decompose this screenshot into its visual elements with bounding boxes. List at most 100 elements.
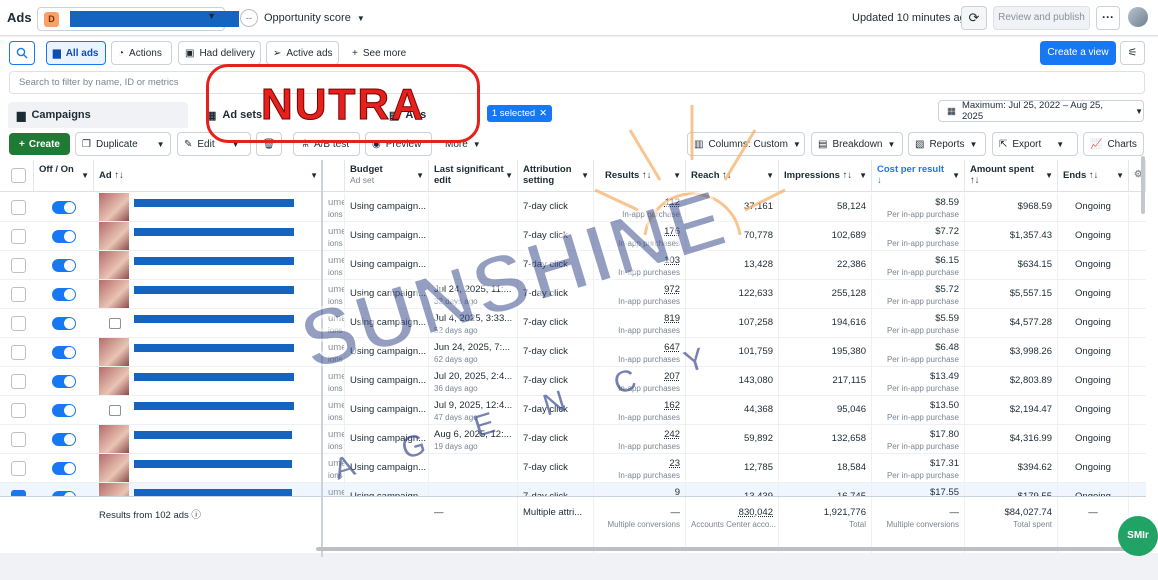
view-actions[interactable]: ◔ Actions: [111, 41, 172, 65]
header-reach[interactable]: Reach ↑↓ ▼: [686, 160, 779, 192]
selected-chip[interactable]: 1 selected ✕: [487, 105, 552, 122]
create-view-button[interactable]: Create a view: [1040, 41, 1116, 65]
ad-name-redacted[interactable]: [134, 460, 292, 468]
header-impressions[interactable]: Impressions ↑↓ ▼: [779, 160, 872, 192]
view-had-delivery[interactable]: ▣ Had delivery: [178, 41, 261, 65]
delivery-toggle[interactable]: [52, 375, 76, 388]
ad-name-redacted[interactable]: [134, 199, 294, 207]
header-attribution[interactable]: Attribution setting ▼: [518, 160, 594, 192]
row-checkbox[interactable]: [11, 200, 26, 215]
table-row[interactable]: ume ions Using campaign... Jul 9, 2025, 12:…: [0, 396, 1146, 425]
table-row[interactable]: ume ions Using campaign... 7-day click 23 In-…: [0, 454, 1146, 483]
view-all-ads[interactable]: ▆ All ads: [46, 41, 106, 65]
date-range-picker[interactable]: ▦ Maximum: Jul 25, 2022 – Aug 25, 2025 ▼: [938, 100, 1144, 122]
export-button[interactable]: ⇱ Export ▼: [992, 132, 1078, 156]
reports-button[interactable]: ▧ Reports ▼: [908, 132, 986, 156]
ad-name-redacted[interactable]: [134, 402, 294, 410]
results-value[interactable]: 207: [664, 371, 680, 382]
horizontal-scrollbar[interactable]: [316, 547, 1134, 551]
avatar[interactable]: [1128, 7, 1148, 27]
results-value[interactable]: 112: [665, 197, 680, 208]
row-checkbox[interactable]: [11, 345, 26, 360]
results-value[interactable]: 103: [664, 255, 680, 266]
delivery-toggle[interactable]: [52, 462, 76, 475]
refresh-button[interactable]: ⟳: [961, 6, 987, 30]
table-row[interactable]: ume ions Using campaign... Jul 24, 2025, 11…: [0, 280, 1146, 309]
results-value[interactable]: 162: [664, 400, 680, 411]
delivery-toggle[interactable]: [52, 230, 76, 243]
row-checkbox[interactable]: [11, 403, 26, 418]
header-ends[interactable]: Ends ↑↓ ▼: [1058, 160, 1129, 192]
table-row[interactable]: ume ions Using campaign... 7-day click 112 In…: [0, 193, 1146, 222]
ends-cell: Ongoing: [1058, 396, 1129, 425]
ad-name-redacted[interactable]: [134, 315, 294, 323]
columns-icon: ▥: [694, 138, 704, 150]
footer-impressions-sub: Total: [849, 520, 866, 529]
header-budget[interactable]: Budget Ad set ▼: [345, 160, 429, 192]
header-amount[interactable]: Amount spent ↑↓ ▼: [965, 160, 1058, 192]
results-value[interactable]: 819: [664, 313, 680, 324]
results-value[interactable]: 647: [664, 342, 680, 353]
see-more-button[interactable]: + See more: [345, 41, 415, 65]
table-row[interactable]: ume ions Using campaign... Jul 4, 2025, 3:3…: [0, 309, 1146, 338]
filter-input[interactable]: Search to filter by name, ID or metrics: [9, 71, 1145, 94]
ad-name-redacted[interactable]: [134, 431, 292, 439]
delivery-toggle[interactable]: [52, 346, 76, 359]
duplicate-button[interactable]: ❐ Duplicate ▼: [75, 132, 171, 156]
columns-button[interactable]: ▥ Columns: Custom ▼: [687, 132, 805, 156]
delivery-toggle[interactable]: [52, 288, 76, 301]
table-row[interactable]: ume ions Using campaign... Jul 20, 2025, 2:…: [0, 367, 1146, 396]
info-icon[interactable]: ⓘ: [191, 510, 201, 521]
delivery-toggle[interactable]: [52, 404, 76, 417]
opportunity-score[interactable]: -- Opportunity score ▼: [240, 9, 365, 27]
ad-name-redacted[interactable]: [134, 286, 294, 294]
header-cost[interactable]: Cost per result ↓ ▼: [872, 160, 965, 192]
row-checkbox[interactable]: [11, 432, 26, 447]
close-icon[interactable]: ✕: [539, 108, 547, 119]
last-edit-cell: Jul 9, 2025, 12:4... 47 days ago: [429, 396, 518, 425]
search-button[interactable]: [9, 41, 35, 65]
chevron-down-icon[interactable]: ▼: [1056, 140, 1064, 149]
results-value[interactable]: 176: [664, 226, 680, 237]
breakdown-button[interactable]: ▤ Breakdown ▼: [811, 132, 903, 156]
row-checkbox[interactable]: [11, 258, 26, 273]
table-row[interactable]: ume ions Using campaign... 7-day click 176 In…: [0, 222, 1146, 251]
ad-name-redacted[interactable]: [134, 373, 294, 381]
view-active-ads[interactable]: ➢ Active ads: [266, 41, 339, 65]
last-edit-cell: [429, 222, 518, 251]
delivery-toggle[interactable]: [52, 259, 76, 272]
ad-name-redacted[interactable]: [134, 228, 294, 236]
row-checkbox[interactable]: [11, 229, 26, 244]
account-selector[interactable]: D ▼: [37, 7, 239, 31]
delivery-toggle[interactable]: [52, 317, 76, 330]
delivery-toggle[interactable]: [52, 433, 76, 446]
header-results[interactable]: Results ↑↓ ▼: [594, 160, 686, 192]
table-row[interactable]: ume ions Using campaign... 7-day click 103 In…: [0, 251, 1146, 280]
select-all-checkbox[interactable]: [11, 168, 26, 183]
view-settings-button[interactable]: ⚟: [1120, 41, 1145, 65]
table-row[interactable]: ume ions Using campaign... Jun 24, 2025, 7:…: [0, 338, 1146, 367]
charts-button[interactable]: 📈 Charts: [1083, 132, 1144, 156]
header-ad[interactable]: Ad ↑↓ ▼: [94, 160, 323, 192]
results-value[interactable]: 242: [664, 429, 680, 440]
more-options-button[interactable]: ···: [1096, 6, 1120, 30]
header-last-edit[interactable]: Last significant edit ▼: [429, 160, 518, 192]
chevron-down-icon[interactable]: ▼: [157, 140, 165, 149]
table-row[interactable]: ume ions Using campaign... Aug 6, 2025, 12:…: [0, 425, 1146, 454]
create-button[interactable]: + Create: [9, 133, 70, 155]
ad-name-redacted[interactable]: [134, 257, 294, 265]
delivery-toggle[interactable]: [52, 201, 76, 214]
tab-campaigns[interactable]: ▆ Campaigns: [8, 102, 188, 128]
results-value[interactable]: 972: [664, 284, 680, 295]
ad-name-redacted[interactable]: [134, 344, 294, 352]
vertical-scrollbar[interactable]: [1141, 156, 1145, 214]
assistant-badge[interactable]: SMIr: [1118, 516, 1158, 556]
header-off-on[interactable]: Off / On ▼: [34, 160, 94, 192]
results-value[interactable]: 23: [669, 458, 680, 469]
row-checkbox[interactable]: [11, 461, 26, 476]
review-publish-button[interactable]: Review and publish: [993, 6, 1090, 30]
row-checkbox[interactable]: [11, 316, 26, 331]
row-checkbox[interactable]: [11, 287, 26, 302]
row-checkbox[interactable]: [11, 374, 26, 389]
view-active-ads-label: Active ads: [286, 47, 333, 59]
